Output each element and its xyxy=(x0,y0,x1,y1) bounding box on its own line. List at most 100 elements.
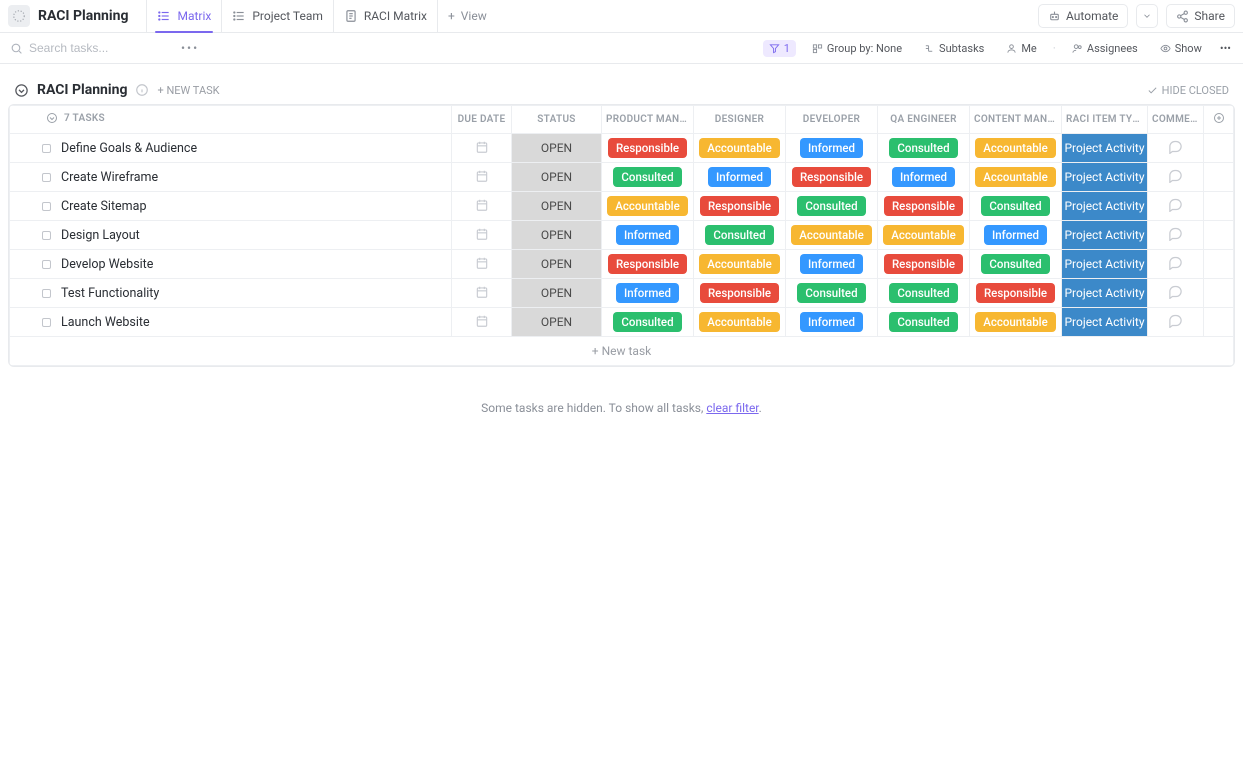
comment-icon[interactable] xyxy=(1168,288,1183,302)
item-type-cell[interactable]: Project Activity xyxy=(1062,308,1147,336)
col-role-2[interactable]: DEVELOPER xyxy=(786,106,878,134)
assignees-button[interactable]: Assignees xyxy=(1066,40,1144,57)
raci-badge[interactable]: Informed xyxy=(708,167,771,187)
col-role-3[interactable]: QA ENGINEER xyxy=(878,106,970,134)
table-row[interactable]: Define Goals & Audience OPEN Responsible Ac… xyxy=(10,134,1234,163)
raci-badge[interactable]: Responsible xyxy=(700,283,779,303)
raci-badge[interactable]: Consulted xyxy=(613,167,681,187)
status-square-icon[interactable] xyxy=(42,260,51,269)
comment-icon[interactable] xyxy=(1168,317,1183,331)
me-button[interactable]: Me xyxy=(1000,40,1042,57)
raci-badge[interactable]: Consulted xyxy=(889,283,957,303)
raci-badge[interactable]: Consulted xyxy=(797,196,865,216)
tab-project-team[interactable]: Project Team xyxy=(221,0,333,32)
calendar-icon[interactable] xyxy=(475,288,489,302)
raci-badge[interactable]: Consulted xyxy=(705,225,773,245)
add-task-link[interactable]: + New task xyxy=(592,344,651,358)
item-type-cell[interactable]: Project Activity xyxy=(1062,134,1147,162)
clear-filter-link[interactable]: clear filter xyxy=(706,401,758,415)
raci-badge[interactable]: Informed xyxy=(800,254,863,274)
col-item-type[interactable]: RACI ITEM TYPE xyxy=(1062,106,1148,134)
table-row[interactable]: Test Functionality OPEN Informed Responsibl… xyxy=(10,279,1234,308)
comment-icon[interactable] xyxy=(1168,259,1183,273)
table-row[interactable]: Create Wireframe OPEN Consulted Informed Res… xyxy=(10,163,1234,192)
share-button[interactable]: Share xyxy=(1166,4,1235,28)
raci-badge[interactable]: Consulted xyxy=(613,312,681,332)
task-cell[interactable]: Create Sitemap xyxy=(10,192,451,220)
col-comments[interactable]: COMMENTS xyxy=(1148,106,1204,134)
raci-badge[interactable]: Informed xyxy=(892,167,955,187)
task-cell[interactable]: Test Functionality xyxy=(10,279,451,307)
status-cell[interactable]: OPEN xyxy=(512,279,601,307)
task-cell[interactable]: Develop Website xyxy=(10,250,451,278)
table-row[interactable]: Launch WebsiteOPENConsultedAccountableIn… xyxy=(10,308,1234,337)
raci-badge[interactable]: Informed xyxy=(616,283,679,303)
status-square-icon[interactable] xyxy=(42,202,51,211)
comment-icon[interactable] xyxy=(1168,172,1183,186)
status-cell[interactable]: OPEN xyxy=(512,192,601,220)
raci-badge[interactable]: Accountable xyxy=(607,196,688,216)
new-task-button[interactable]: + NEW TASK xyxy=(157,84,219,97)
raci-badge[interactable]: Consulted xyxy=(981,196,1049,216)
table-row[interactable]: Design LayoutOPENInformedConsultedAccoun… xyxy=(10,221,1234,250)
raci-badge[interactable]: Informed xyxy=(800,138,863,158)
automate-dropdown[interactable] xyxy=(1136,4,1158,28)
raci-badge[interactable]: Responsible xyxy=(700,196,779,216)
raci-badge[interactable]: Accountable xyxy=(975,167,1056,187)
col-status[interactable]: STATUS xyxy=(512,106,602,134)
toolbar-more-button[interactable]: ••• xyxy=(1218,40,1233,57)
calendar-icon[interactable] xyxy=(475,317,489,331)
item-type-cell[interactable]: Project Activity xyxy=(1062,279,1147,307)
table-row[interactable]: Develop WebsiteOPENResponsibleAccountabl… xyxy=(10,250,1234,279)
raci-badge[interactable]: Informed xyxy=(616,225,679,245)
task-cell[interactable]: Design Layout xyxy=(10,221,451,249)
raci-badge[interactable]: Accountable xyxy=(883,225,964,245)
automate-button[interactable]: Automate xyxy=(1038,4,1128,28)
status-cell[interactable]: OPEN xyxy=(512,163,601,191)
task-cell[interactable]: Create Wireframe xyxy=(10,163,451,191)
raci-badge[interactable]: Accountable xyxy=(975,138,1056,158)
raci-badge[interactable]: Consulted xyxy=(889,312,957,332)
calendar-icon[interactable] xyxy=(475,230,489,244)
hide-closed-button[interactable]: HIDE CLOSED xyxy=(1147,84,1229,97)
comment-icon[interactable] xyxy=(1168,201,1183,215)
raci-badge[interactable]: Consulted xyxy=(797,283,865,303)
status-square-icon[interactable] xyxy=(42,289,51,298)
raci-badge[interactable]: Responsible xyxy=(608,138,687,158)
new-task-row[interactable]: + New task xyxy=(10,337,1234,366)
subtasks-button[interactable]: Subtasks xyxy=(918,40,990,57)
info-icon[interactable] xyxy=(135,83,149,97)
calendar-icon[interactable] xyxy=(475,172,489,186)
search-more-button[interactable]: ••• xyxy=(181,41,199,55)
col-tasks-count[interactable]: 7 TASKS xyxy=(10,106,452,134)
task-cell[interactable]: Define Goals & Audience xyxy=(10,134,451,162)
col-role-0[interactable]: PRODUCT MANAGER xyxy=(602,106,694,134)
raci-badge[interactable]: Responsible xyxy=(884,196,963,216)
item-type-cell[interactable]: Project Activity xyxy=(1062,192,1147,220)
task-cell[interactable]: Launch Website xyxy=(10,308,451,336)
item-type-cell[interactable]: Project Activity xyxy=(1062,163,1147,191)
calendar-icon[interactable] xyxy=(475,259,489,273)
raci-badge[interactable]: Responsible xyxy=(884,254,963,274)
status-cell[interactable]: OPEN xyxy=(512,308,601,336)
status-cell[interactable]: OPEN xyxy=(512,134,601,162)
add-view-button[interactable]: + View xyxy=(437,0,497,32)
chevron-down-circle-icon[interactable] xyxy=(14,83,29,98)
table-row[interactable]: Create Sitemap OPEN Accountable Responsible… xyxy=(10,192,1234,221)
status-square-icon[interactable] xyxy=(42,144,51,153)
raci-badge[interactable]: Consulted xyxy=(889,138,957,158)
raci-badge[interactable]: Accountable xyxy=(791,225,872,245)
col-role-1[interactable]: DESIGNER xyxy=(694,106,786,134)
raci-badge[interactable]: Accountable xyxy=(975,312,1056,332)
item-type-cell[interactable]: Project Activity xyxy=(1062,221,1147,249)
raci-badge[interactable]: Accountable xyxy=(699,312,780,332)
raci-badge[interactable]: Responsible xyxy=(608,254,687,274)
raci-badge[interactable]: Responsible xyxy=(792,167,871,187)
col-role-4[interactable]: CONTENT MANAGER xyxy=(970,106,1062,134)
col-due-date[interactable]: DUE DATE xyxy=(452,106,512,134)
calendar-icon[interactable] xyxy=(475,201,489,215)
status-square-icon[interactable] xyxy=(42,173,51,182)
tab-matrix[interactable]: Matrix xyxy=(146,0,221,32)
raci-badge[interactable]: Accountable xyxy=(699,254,780,274)
raci-badge[interactable]: Consulted xyxy=(981,254,1049,274)
